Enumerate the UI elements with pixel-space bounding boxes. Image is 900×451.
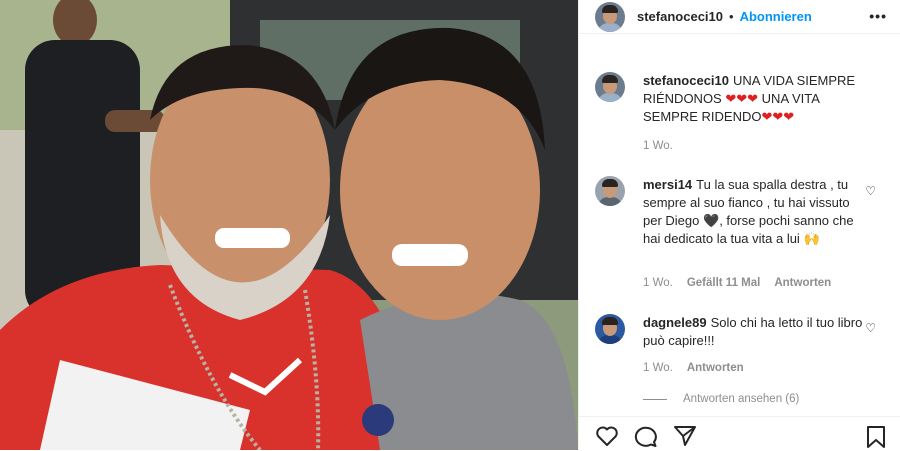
view-replies-label: Antworten ansehen (6)	[683, 393, 800, 405]
like-comment-icon[interactable]: ♡	[865, 321, 876, 335]
comment-meta: 1 Wo. Antworten	[643, 362, 744, 374]
reply-button[interactable]: Antworten	[774, 277, 831, 289]
avatar[interactable]	[595, 314, 625, 344]
caption: stefanoceci10 UNA VIDA SIEMPRE RIÉNDONOS …	[595, 72, 863, 126]
follow-button[interactable]: Abonnieren	[740, 9, 812, 24]
action-bar	[579, 416, 900, 451]
comment-text: mersi14 Tu la sua spalla destra , tu semp…	[643, 176, 863, 248]
reply-button[interactable]: Antworten	[687, 362, 744, 374]
view-replies-button[interactable]: Antworten ansehen (6)	[643, 393, 799, 405]
comment-time[interactable]: 1 Wo.	[643, 362, 673, 374]
separator-dot: •	[729, 9, 734, 24]
comment-username[interactable]: mersi14	[643, 177, 692, 192]
heart-outline-icon[interactable]	[595, 425, 619, 447]
like-comment-icon[interactable]: ♡	[865, 184, 876, 198]
list-item: dagnele89 Solo chi ha letto il tuo libro …	[595, 314, 863, 350]
post-photo[interactable]	[0, 0, 578, 450]
photo-illustration	[0, 0, 578, 450]
caption-username[interactable]: stefanoceci10	[643, 73, 729, 88]
avatar[interactable]	[595, 72, 625, 102]
caption-text: stefanoceci10 UNA VIDA SIEMPRE RIÉNDONOS …	[643, 72, 863, 126]
more-options-icon[interactable]: •••	[869, 8, 887, 24]
post-header: stefanoceci10 • Abonnieren •••	[579, 0, 900, 34]
post-username[interactable]: stefanoceci10	[637, 9, 723, 24]
paper-plane-icon[interactable]	[673, 425, 697, 447]
list-item: mersi14 Tu la sua spalla destra , tu semp…	[595, 176, 863, 248]
comment-text: dagnele89 Solo chi ha letto il tuo libro …	[643, 314, 863, 350]
heart-emoji: ❤❤❤	[725, 91, 759, 106]
bookmark-icon[interactable]	[865, 425, 887, 449]
avatar[interactable]	[595, 176, 625, 206]
black-heart-emoji: 🖤	[703, 213, 720, 228]
comment-likes[interactable]: Gefällt 11 Mal	[687, 277, 761, 289]
heart-emoji: ❤❤❤	[761, 109, 795, 124]
comment-meta: 1 Wo. Gefällt 11 Mal Antworten	[643, 277, 831, 289]
caption-time[interactable]: 1 Wo.	[643, 140, 673, 152]
comment-icon[interactable]	[634, 425, 658, 447]
post-sidebar: stefanoceci10 • Abonnieren ••• stefanoce…	[578, 0, 900, 450]
raised-hands-emoji: 🙌	[803, 231, 820, 246]
comment-username[interactable]: dagnele89	[643, 315, 707, 330]
comment-time[interactable]: 1 Wo.	[643, 277, 673, 289]
instagram-post: stefanoceci10 • Abonnieren ••• stefanoce…	[0, 0, 900, 450]
caption-meta: 1 Wo.	[643, 140, 673, 152]
avatar[interactable]	[595, 1, 625, 32]
divider	[643, 398, 667, 400]
